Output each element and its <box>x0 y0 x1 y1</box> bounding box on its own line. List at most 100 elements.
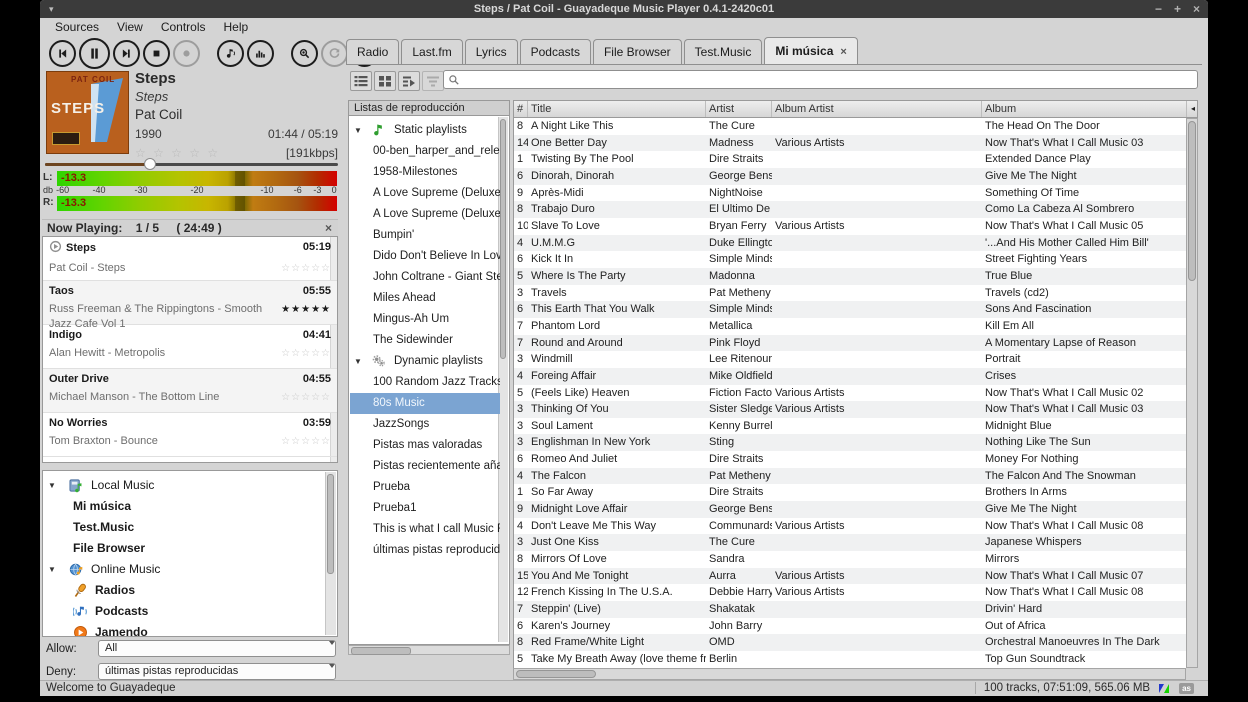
queue-item-rating[interactable]: ☆☆☆☆☆ <box>281 434 331 449</box>
queue-item-rating[interactable]: ☆☆☆☆☆ <box>281 346 331 361</box>
tab-podcasts[interactable]: Podcasts <box>520 39 591 64</box>
album-art[interactable]: PAT COIL STEPS <box>46 71 129 154</box>
sources-item-file-browser[interactable]: File Browser <box>43 538 325 559</box>
queue-item[interactable]: Outer Drive04:55Michael Manson - The Bot… <box>43 369 337 413</box>
playlist-item-a-love-supreme-deluxe-edition[interactable]: A Love Supreme (Deluxe Edition) <box>350 183 500 204</box>
table-row[interactable]: 7Round and AroundPink FloydA Momentary L… <box>514 335 1186 352</box>
menu-view[interactable]: View <box>108 18 152 36</box>
expander-icon[interactable]: ▼ <box>354 120 362 141</box>
sources-item-podcasts[interactable]: Podcasts <box>43 601 325 622</box>
queue-item[interactable]: No Worries03:59Tom Braxton - Bounce☆☆☆☆☆ <box>43 413 337 457</box>
expander-icon[interactable]: ▼ <box>48 559 56 580</box>
column-header-album[interactable]: Album <box>982 101 1187 117</box>
sources-scrollbar[interactable] <box>325 472 336 635</box>
search-input[interactable] <box>464 71 1197 88</box>
column-options-icon[interactable]: ◂ <box>1187 101 1197 117</box>
playlist-item-pistas-recientemente-a-adidas[interactable]: Pistas recientemente añadidas <box>350 456 500 477</box>
playlists-hscrollbar[interactable] <box>348 645 510 655</box>
tracks-view-button[interactable] <box>350 71 372 91</box>
playlist-group-dynamic-playlists[interactable]: ▼Dynamic playlists <box>350 351 500 372</box>
table-row[interactable]: 3Just One KissThe CureJapanese Whispers <box>514 534 1186 551</box>
filter-view-button[interactable] <box>422 71 444 91</box>
playlist-item-jazzsongs[interactable]: JazzSongs <box>350 414 500 435</box>
seek-knob[interactable] <box>144 158 156 170</box>
table-row[interactable]: 3WindmillLee RitenourPortrait <box>514 351 1186 368</box>
column-header-[interactable]: # <box>514 101 528 117</box>
column-header-artist[interactable]: Artist <box>706 101 772 117</box>
table-row[interactable]: 12French Kissing In The U.S.A.Debbie Har… <box>514 584 1186 601</box>
table-row[interactable]: 4Don't Leave Me This WayCommunardsVariou… <box>514 518 1186 535</box>
queue-item-rating[interactable]: ☆☆☆☆☆ <box>281 390 331 405</box>
sources-item-mi-m-sica[interactable]: Mi música <box>43 496 325 517</box>
track-table-vscrollbar[interactable] <box>1186 118 1198 668</box>
spinner-arrows-icon[interactable] <box>323 667 330 680</box>
table-row[interactable]: 8A Night Like ThisThe CureThe Head On Th… <box>514 118 1186 135</box>
tab-lyrics[interactable]: Lyrics <box>465 39 518 64</box>
table-row[interactable]: 6Dinorah, DinorahGeorge BensonGive Me Th… <box>514 168 1186 185</box>
sources-item-test-music[interactable]: Test.Music <box>43 517 325 538</box>
repeat-button[interactable] <box>321 40 348 67</box>
table-row[interactable]: 5(Feels Like) HeavenFiction FactoryVario… <box>514 385 1186 402</box>
playlist-item-mingus-ah-um[interactable]: Mingus-Ah Um <box>350 309 500 330</box>
table-row[interactable]: 7Steppin' (Live)ShakatakDrivin' Hard <box>514 601 1186 618</box>
table-row[interactable]: 8Red Frame/White LightOMDOrchestral Mano… <box>514 634 1186 651</box>
playlist-item-this-is-what-i-call-music-random[interactable]: This is what I call Music Random <box>350 519 500 540</box>
playlist-item-1958-milestones[interactable]: 1958-Milestones <box>350 162 500 183</box>
next-button[interactable] <box>113 40 140 67</box>
playlist-item-john-coltrane-giant-steps[interactable]: John Coltrane - Giant Steps <box>350 267 500 288</box>
playlist-view-button[interactable] <box>398 71 420 91</box>
playlist-item-prueba1[interactable]: Prueba1 <box>350 498 500 519</box>
record-button[interactable] <box>173 40 200 67</box>
now-playing-close-icon[interactable]: × <box>325 220 332 237</box>
deny-filter-select[interactable]: últimas pistas reproducidas <box>98 663 336 680</box>
table-row[interactable]: 5Take My Breath Away (love theme from "T… <box>514 651 1186 668</box>
table-row[interactable]: 8Mirrors Of LoveSandraMirrors <box>514 551 1186 568</box>
table-row[interactable]: 9Midnight Love AffairGeorge BensonGive M… <box>514 501 1186 518</box>
equalizer-button[interactable] <box>247 40 274 67</box>
table-row[interactable]: 14One Better DayMadnessVarious ArtistsNo… <box>514 135 1186 152</box>
playlist-item-a-love-supreme-deluxe-edition[interactable]: A Love Supreme (Deluxe Edition) <box>350 204 500 225</box>
sources-item-jamendo[interactable]: Jamendo <box>43 622 325 637</box>
volume-button[interactable] <box>217 40 244 67</box>
pause-button[interactable] <box>79 38 110 69</box>
table-row[interactable]: 9Après-MidiNightNoiseSomething Of Time <box>514 185 1186 202</box>
table-row[interactable]: 7Phantom LordMetallicaKill Em All <box>514 318 1186 335</box>
close-button[interactable]: × <box>1193 0 1200 18</box>
table-row[interactable]: 3TravelsPat MethenyTravels (cd2) <box>514 285 1186 302</box>
tab-mi-m-sica[interactable]: Mi música× <box>764 37 857 64</box>
playlist-item-00-ben-harper-and-relentless7[interactable]: 00-ben_harper_and_relentless7 <box>350 141 500 162</box>
menu-help[interactable]: Help <box>215 18 258 36</box>
table-row[interactable]: 1Twisting By The PoolDire StraitsExtende… <box>514 151 1186 168</box>
playlist-item-ltimas-pistas-reproducidas[interactable]: últimas pistas reproducidas <box>350 540 500 561</box>
queue-item[interactable]: Indigo04:41Alan Hewitt - Metropolis☆☆☆☆☆ <box>43 325 337 369</box>
minimize-button[interactable]: − <box>1155 0 1162 18</box>
sources-group-online-music[interactable]: ▼Online Music <box>43 559 325 580</box>
tab-close-icon[interactable]: × <box>840 46 846 58</box>
queue-item-rating[interactable]: ☆☆☆☆☆ <box>281 261 331 276</box>
table-row[interactable]: 15You And Me TonightAurraVarious Artists… <box>514 568 1186 585</box>
playlist-item-80s-music[interactable]: 80s Music <box>350 393 500 414</box>
stop-button[interactable] <box>143 40 170 67</box>
playlist-item-pistas-mas-valoradas[interactable]: Pistas mas valoradas <box>350 435 500 456</box>
table-row[interactable]: 5Where Is The PartyMadonnaTrue Blue <box>514 268 1186 285</box>
smart-mode-button[interactable] <box>291 40 318 67</box>
expander-icon[interactable]: ▼ <box>354 351 362 372</box>
expander-icon[interactable]: ▼ <box>48 475 56 496</box>
search-box[interactable] <box>443 70 1198 89</box>
queue-item[interactable]: Taos05:55Russ Freeman & The Rippingtons … <box>43 281 337 325</box>
table-row[interactable]: 6Kick It InSimple MindsStreet Fighting Y… <box>514 251 1186 268</box>
albums-grid-view-button[interactable] <box>374 71 396 91</box>
playlist-item-100-random-jazz-tracks[interactable]: 100 Random Jazz Tracks <box>350 372 500 393</box>
table-row[interactable]: 3Soul LamentKenny BurrellMidnight Blue <box>514 418 1186 435</box>
allow-filter-select[interactable]: All <box>98 640 336 657</box>
tab-last-fm[interactable]: Last.fm <box>401 39 462 64</box>
table-row[interactable]: 8Trabajo DuroEl Ultimo De La FilaComo La… <box>514 201 1186 218</box>
tab-test-music[interactable]: Test.Music <box>684 39 763 64</box>
column-header-title[interactable]: Title <box>528 101 706 117</box>
playlist-item-bumpin[interactable]: Bumpin' <box>350 225 500 246</box>
table-row[interactable]: 4The FalconPat Metheny GroupThe Falcon A… <box>514 468 1186 485</box>
playlist-item-miles-ahead[interactable]: Miles Ahead <box>350 288 500 309</box>
table-row[interactable]: 4U.M.M.GDuke Ellington'...And His Mother… <box>514 235 1186 252</box>
playlist-item-the-sidewinder[interactable]: The Sidewinder <box>350 330 500 351</box>
tab-radio[interactable]: Radio <box>346 39 399 64</box>
